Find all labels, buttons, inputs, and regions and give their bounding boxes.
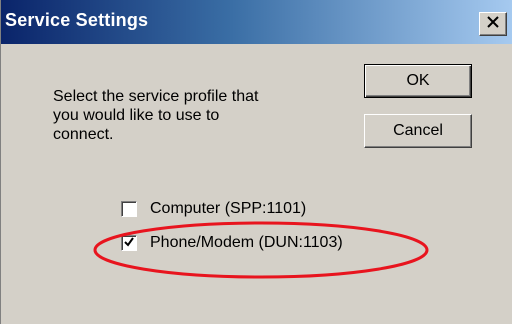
computer-spp-label: Computer (SPP:1101) — [150, 200, 307, 217]
close-button[interactable] — [479, 12, 507, 36]
computer-spp-checkbox[interactable] — [121, 201, 137, 217]
instruction-text: Select the service profile that you woul… — [53, 87, 353, 144]
ok-button[interactable]: OK — [364, 64, 472, 98]
cancel-button[interactable]: Cancel — [364, 114, 472, 148]
phone-modem-dun-label: Phone/Modem (DUN:1103) — [150, 234, 343, 251]
option-computer-spp[interactable]: Computer (SPP:1101) — [121, 200, 306, 218]
window-title: Service Settings — [5, 10, 149, 30]
checkmark-icon — [124, 234, 134, 252]
instruction-line: connect. — [53, 126, 114, 143]
phone-modem-dun-checkbox[interactable] — [121, 235, 137, 251]
instruction-line: Select the service profile that — [53, 88, 259, 105]
close-icon — [487, 15, 499, 33]
instruction-line: you would like to use to — [53, 107, 220, 124]
title-bar[interactable]: Service Settings — [1, 0, 512, 44]
service-settings-dialog: Service Settings Select the service prof… — [0, 0, 512, 324]
option-phone-modem-dun[interactable]: Phone/Modem (DUN:1103) — [121, 234, 343, 252]
